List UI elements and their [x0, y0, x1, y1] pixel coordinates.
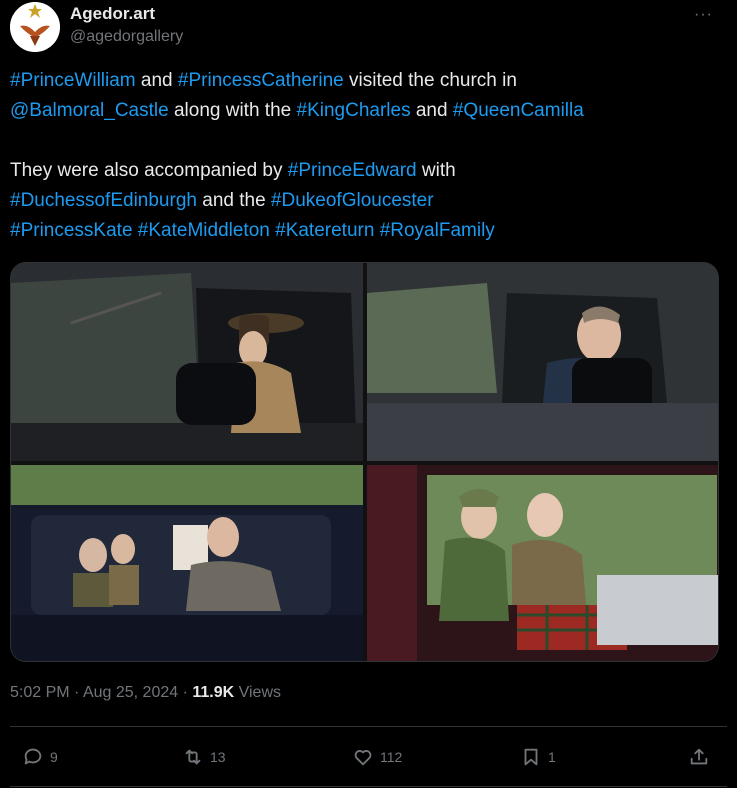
tweet-time[interactable]: 5:02 PM: [10, 684, 70, 701]
tweet-line: @Balmoral_Castle along with the #KingCha…: [10, 96, 720, 126]
tweet-line: #PrinceWilliam and #PrincessCatherine vi…: [10, 66, 720, 96]
hashtag-link[interactable]: #PrincessCatherine: [178, 70, 344, 91]
bookmark-button[interactable]: 1: [520, 742, 556, 772]
tweet-text-segment: and: [135, 70, 178, 91]
action-bar: 9 13 112 1: [10, 742, 727, 772]
photo-william-driving[interactable]: [367, 263, 718, 461]
author-display-name[interactable]: Agedor.art: [70, 4, 155, 24]
photo-edward-in-car[interactable]: [11, 465, 363, 661]
divider: [10, 786, 727, 787]
tweet-timestamp: 5:02 PM · Aug 25, 2024 · 11.9K Views: [10, 684, 281, 702]
hashtag-link[interactable]: #KingCharles: [297, 100, 411, 121]
hashtag-link[interactable]: #KateMiddleton: [138, 220, 270, 241]
tweet-line: They were also accompanied by #PrinceEdw…: [10, 156, 720, 186]
more-icon[interactable]: ···: [694, 6, 713, 24]
repost-count: 13: [210, 749, 226, 765]
tweet-text-segment: with: [416, 160, 456, 181]
hashtag-link[interactable]: #Katereturn: [275, 220, 374, 241]
separator: ·: [178, 684, 193, 701]
hashtag-link[interactable]: #QueenCamilla: [453, 100, 584, 121]
hashtag-link[interactable]: #PrincessKate: [10, 220, 133, 241]
tweet-text-segment: and the: [196, 190, 271, 211]
avatar[interactable]: [10, 2, 60, 52]
tweet-line: #DuchessofEdinburgh and the #DukeofGlouc…: [10, 186, 720, 216]
like-button[interactable]: 112: [352, 742, 402, 772]
author-handle[interactable]: @agedorgallery: [70, 28, 183, 46]
bookmark-count: 1: [548, 749, 556, 765]
hashtag-link[interactable]: #DukeofGloucester: [271, 190, 434, 211]
repost-icon: [185, 749, 201, 765]
tweet-text-segment: along with the: [168, 100, 297, 121]
tweet-text-segment: visited the church in: [343, 70, 517, 91]
like-count: 112: [380, 749, 403, 765]
like-icon: [354, 750, 372, 766]
tweet-header: Agedor.art @agedorgallery ···: [10, 0, 727, 58]
views-label: Views: [234, 684, 282, 701]
separator: ·: [69, 684, 83, 701]
media-grid: [10, 262, 719, 662]
share-icon: [690, 748, 708, 765]
repost-button[interactable]: 13: [182, 742, 226, 772]
reply-icon: [24, 748, 42, 765]
tweet-line: #PrincessKate #KateMiddleton #Katereturn…: [10, 216, 720, 246]
hashtag-link[interactable]: #DuchessofEdinburgh: [10, 190, 197, 211]
hashtag-link[interactable]: #PrinceEdward: [288, 160, 417, 181]
tweet-text-segment: and: [410, 100, 453, 121]
hashtag-link[interactable]: #PrinceWilliam: [10, 70, 136, 91]
reply-count: 9: [50, 749, 58, 765]
tweet-text: #PrinceWilliam and #PrincessCatherine vi…: [10, 66, 720, 246]
photo-kate-in-car[interactable]: [11, 263, 363, 461]
views-count: 11.9K: [192, 684, 235, 701]
reply-button[interactable]: 9: [22, 742, 58, 772]
divider: [10, 726, 727, 727]
hashtag-link[interactable]: @Balmoral_Castle: [10, 100, 169, 121]
share-button[interactable]: [688, 742, 710, 772]
hashtag-link[interactable]: #RoyalFamily: [380, 220, 495, 241]
tweet-date[interactable]: Aug 25, 2024: [83, 684, 178, 701]
bookmark-icon: [524, 748, 538, 766]
photo-charles-camilla-in-car[interactable]: [367, 465, 718, 661]
tweet-text-segment: They were also accompanied by: [10, 160, 288, 181]
